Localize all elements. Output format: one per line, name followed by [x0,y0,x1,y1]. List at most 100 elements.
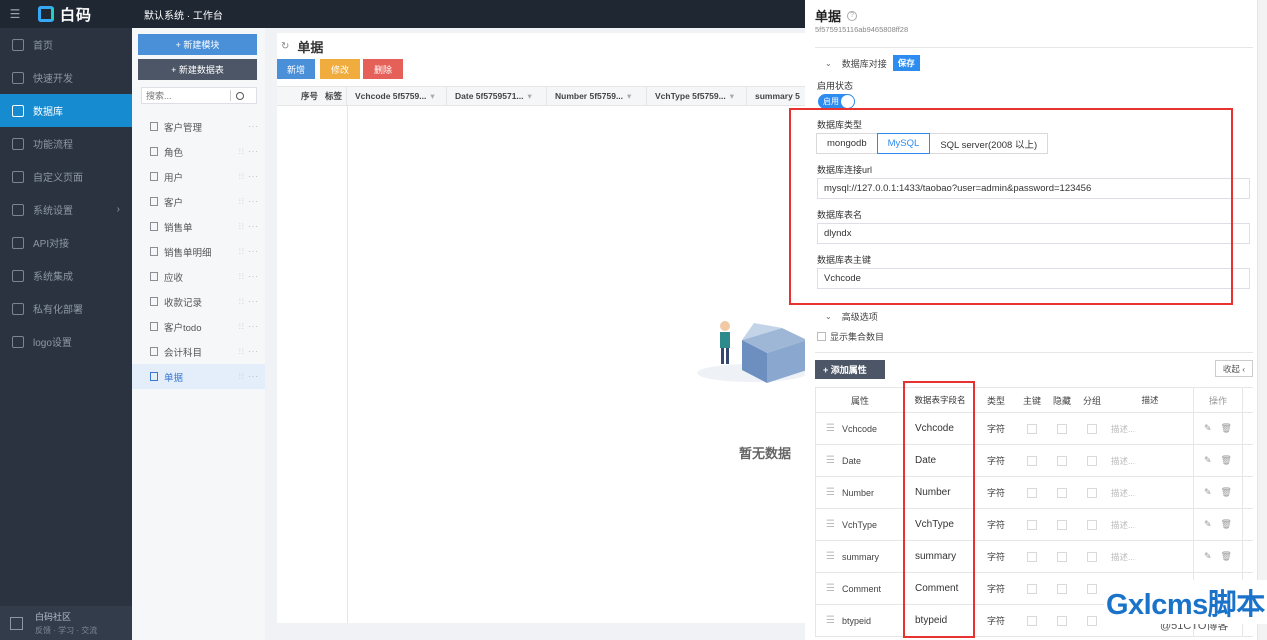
search-icon[interactable] [236,91,244,100]
module-item[interactable]: 客户 ⫶⫶ ··· [132,189,265,214]
desc-input[interactable]: 描述... [1107,509,1193,540]
db-section-header[interactable]: ⌄ 数据库对接 保存 [825,55,920,71]
advanced-section-header[interactable]: ⌄ 高级选项 [825,310,878,323]
nav-item-api[interactable]: API对接 [0,226,132,259]
drag-handle-icon[interactable]: ☰ [826,551,835,562]
more-icon[interactable]: ⫶⫶ ··· [239,272,259,282]
module-item[interactable]: 销售单 ⫶⫶ ··· [132,214,265,239]
edit-icon[interactable]: ✎ [1204,455,1212,466]
more-icon[interactable]: ⫶⫶ ··· [239,147,259,157]
db-type-mysql[interactable]: MySQL [876,133,931,154]
group-checkbox[interactable] [1077,605,1107,636]
module-item[interactable]: 角色 ⫶⫶ ··· [132,139,265,164]
add-attribute-button[interactable]: + 添加属性 [815,360,885,379]
desc-input[interactable]: 描述... [1107,413,1193,444]
attr-cell[interactable]: ☰ Comment [815,573,905,604]
enable-toggle[interactable]: 启用 [818,94,855,109]
type-cell[interactable]: 字符 [975,477,1017,508]
more-icon[interactable]: ⫶⫶ ··· [239,322,259,332]
more-icon[interactable]: ⫶⫶ ··· [239,197,259,207]
drag-handle-icon[interactable]: ☰ [826,487,835,498]
more-icon[interactable]: ⫶⫶ ··· [239,247,259,257]
desc-input[interactable]: 描述... [1107,477,1193,508]
more-icon[interactable]: ⫶⫶ ··· [239,372,259,382]
hidden-checkbox[interactable] [1047,509,1077,540]
nav-item-home[interactable]: 首页 [0,28,132,61]
save-button[interactable]: 保存 [892,55,920,71]
attr-cell[interactable]: ☰ VchType [815,509,905,540]
trash-icon[interactable]: 🗑 [1221,519,1232,530]
more-icon[interactable]: ⫶⫶ ··· [239,222,259,232]
nav-item-custom-page[interactable]: 自定义页面 [0,160,132,193]
hidden-checkbox[interactable] [1047,541,1077,572]
pk-checkbox[interactable] [1017,477,1047,508]
module-item[interactable]: 收款记录 ⫶⫶ ··· [132,289,265,314]
pk-checkbox[interactable] [1017,509,1047,540]
nav-item-logo-settings[interactable]: logo设置 [0,325,132,358]
attr-cell[interactable]: ☰ Number [815,477,905,508]
module-item[interactable]: 用户 ⫶⫶ ··· [132,164,265,189]
pk-checkbox[interactable] [1017,605,1047,636]
help-icon[interactable]: ? [847,10,858,21]
hidden-checkbox[interactable] [1047,477,1077,508]
type-cell[interactable]: 字符 [975,413,1017,444]
edit-icon[interactable]: ✎ [1204,423,1212,434]
more-icon[interactable]: ⫶⫶ ··· [239,347,259,357]
pk-checkbox[interactable] [1017,413,1047,444]
group-checkbox[interactable] [1077,477,1107,508]
drag-handle-icon[interactable]: ☰ [826,519,835,530]
module-folder[interactable]: 客户管理 ··· [132,114,265,139]
more-icon[interactable]: ⫶⫶ ··· [239,297,259,307]
collapse-button[interactable]: 收起 ‹ [1215,360,1253,377]
hidden-checkbox[interactable] [1047,445,1077,476]
group-checkbox[interactable] [1077,509,1107,540]
module-item[interactable]: 会计科目 ⫶⫶ ··· [132,339,265,364]
drag-handle-icon[interactable]: ☰ [826,615,835,626]
col-date[interactable]: Date 5f5759571... ▾ [447,87,547,105]
col-summary[interactable]: summary 5 [747,87,805,105]
nav-item-settings[interactable]: 系统设置 › [0,193,132,226]
new-module-button[interactable]: + 新建模块 [138,34,257,55]
nav-item-quick-dev[interactable]: 快速开发 [0,61,132,94]
drag-handle-icon[interactable]: ☰ [826,455,835,466]
edit-icon[interactable]: ✎ [1204,551,1212,562]
delete-button[interactable]: 删除 [363,59,403,79]
hidden-checkbox[interactable] [1047,605,1077,636]
trash-icon[interactable]: 🗑 [1221,455,1232,466]
group-checkbox[interactable] [1077,573,1107,604]
edit-icon[interactable]: ✎ [1204,487,1212,498]
module-search-input[interactable] [142,88,230,103]
nav-item-database[interactable]: 数据库 [0,94,132,127]
menu-toggle-icon[interactable]: ☰ [4,7,26,21]
type-cell[interactable]: 字符 [975,573,1017,604]
col-vchtype[interactable]: VchType 5f5759... ▾ [647,87,747,105]
hidden-checkbox[interactable] [1047,573,1077,604]
hidden-checkbox[interactable] [1047,413,1077,444]
col-number[interactable]: Number 5f5759... ▾ [547,87,647,105]
new-table-button[interactable]: + 新建数据表 [138,59,257,80]
pk-checkbox[interactable] [1017,541,1047,572]
refresh-icon[interactable]: ↻ [281,41,289,52]
module-item[interactable]: 应收 ⫶⫶ ··· [132,264,265,289]
attr-cell[interactable]: ☰ Date [815,445,905,476]
show-count-checkbox[interactable]: 显示集合数目 [817,330,884,343]
nav-item-integration[interactable]: 系统集成 [0,259,132,292]
trash-icon[interactable]: 🗑 [1221,551,1232,562]
more-icon[interactable]: ··· [248,122,259,131]
edit-button[interactable]: 修改 [320,59,360,79]
desc-input[interactable]: 描述... [1107,445,1193,476]
attr-cell[interactable]: ☰ Vchcode [815,413,905,444]
drag-handle-icon[interactable]: ☰ [826,423,835,434]
nav-item-workflow[interactable]: 功能流程 [0,127,132,160]
trash-icon[interactable]: 🗑 [1221,487,1232,498]
drag-handle-icon[interactable]: ☰ [826,583,835,594]
trash-icon[interactable]: 🗑 [1221,423,1232,434]
attr-cell[interactable]: ☰ summary [815,541,905,572]
type-cell[interactable]: 字符 [975,605,1017,636]
more-icon[interactable]: ⫶⫶ ··· [239,172,259,182]
module-item-active[interactable]: 单据 ⫶⫶ ··· [132,364,265,389]
col-vchcode[interactable]: Vchcode 5f5759... ▾ [347,87,447,105]
type-cell[interactable]: 字符 [975,541,1017,572]
pk-checkbox[interactable] [1017,573,1047,604]
type-cell[interactable]: 字符 [975,445,1017,476]
